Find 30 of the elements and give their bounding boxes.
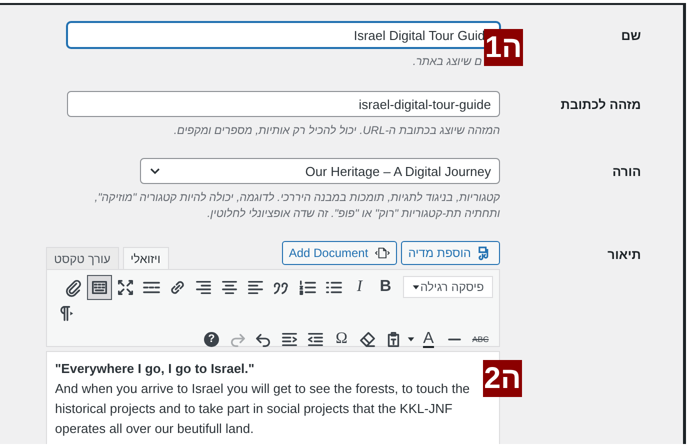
caret-icon <box>412 283 420 291</box>
editor-tab[interactable]: ויזואלי <box>122 247 169 269</box>
document-icon <box>374 245 390 261</box>
hr-icon <box>448 338 461 340</box>
toolbar-button[interactable] <box>87 274 112 300</box>
field-description: ם שיוצג באתר. <box>412 55 483 70</box>
field-description: קטגוריות, בניגוד לתגיות, תומכות במבנה היררכי. לדוגמה, יכולה להיות קטגוריה "מוזיקה", ותחתיה תת-קטגוריות "רוק" או "פופ". זה שדה אופציונלי לחלוטין. <box>94 190 500 222</box>
bold-button[interactable]: B <box>373 274 398 300</box>
caret-icon[interactable] <box>407 335 415 343</box>
add-document-button[interactable]: Add Document <box>282 241 398 265</box>
fullscreen-icon <box>116 278 135 296</box>
field-label: שם <box>620 27 641 43</box>
format-dropdown[interactable]: פיסקה רגילה <box>403 276 493 298</box>
field-description: המזהה שיוצג בכתובת ה-URL. יכול להכיל רק אותיות, מספרים ומקפים. <box>172 124 500 139</box>
charmap-button[interactable]: Ω <box>329 326 354 352</box>
dropdown[interactable]: Our Heritage – A Digital Journey <box>140 158 500 184</box>
field-label: הורה <box>611 163 641 179</box>
italic-button[interactable]: I <box>347 274 372 300</box>
attach-icon <box>64 278 83 296</box>
field-label: תיאור <box>606 246 641 262</box>
help-button[interactable]: ? <box>199 326 224 352</box>
field-label: מזהה לכתובת <box>560 96 641 112</box>
content-heading: "Everywhere I go, I go to Israel." <box>55 360 256 378</box>
numlist-icon <box>298 278 317 296</box>
strike-button[interactable]: ABC <box>468 326 493 352</box>
text-field[interactable]: israel-digital-tour-guide <box>67 91 500 117</box>
content-paragraph: And when you arrive to Israel you will get to see the forests, to touch the historical projects and to take part in social projects that the KKL-JNF operates all over our beutifull land. <box>55 380 471 438</box>
add-media-button[interactable]: הוספת מדיה <box>401 241 500 265</box>
editor-tab[interactable]: עורך טקסט <box>46 247 119 269</box>
eraser-icon <box>358 330 377 348</box>
